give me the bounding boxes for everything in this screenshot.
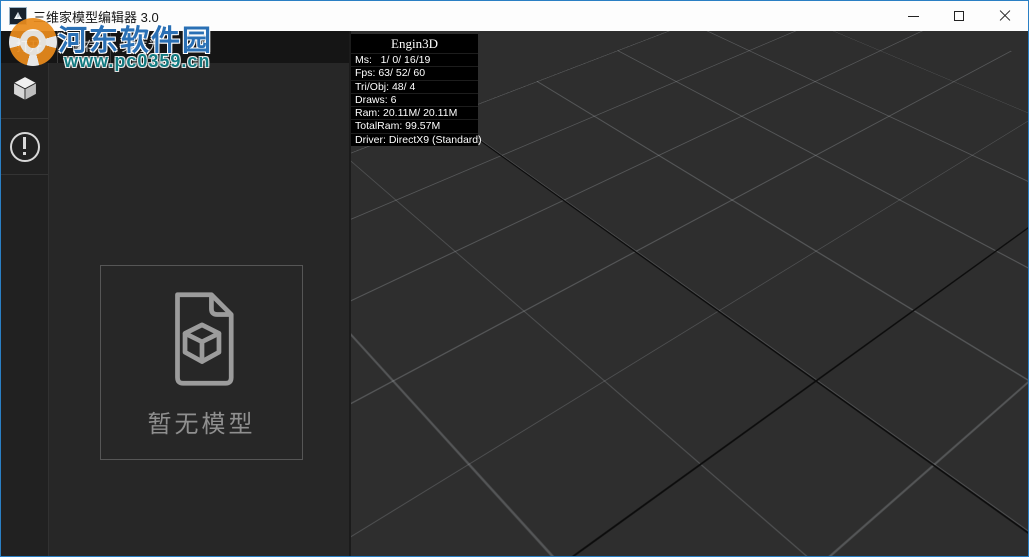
- app-icon: [9, 7, 27, 25]
- empty-model-placeholder: 暂无模型: [100, 265, 303, 460]
- left-column: 打开 保存 另存为 暂无模型: [1, 31, 349, 556]
- engine-stats-title: Engin3D: [391, 36, 438, 51]
- window-controls: [890, 1, 1028, 31]
- main-area: 打开 保存 另存为 暂无模型 Engin3D Ms: 1/ 0/ 16/19 F…: [1, 31, 1028, 556]
- app-window: 三维家模型编辑器 3.0 打开 保存 另存为 暂无模型 Engin3D Ms: …: [0, 0, 1029, 557]
- sidebar-item-info[interactable]: [1, 119, 48, 175]
- stats-row-totalram: TotalRam: 99.57M: [351, 119, 478, 132]
- left-body: 暂无模型: [1, 63, 349, 556]
- stats-row-driver: Driver: DirectX9 (Standard): [351, 132, 482, 146]
- sidebar: [1, 63, 49, 556]
- grid-axis-x: [445, 115, 1028, 556]
- empty-model-label: 暂无模型: [147, 411, 256, 438]
- save-button[interactable]: 保存: [58, 31, 111, 63]
- stats-row-ms: Ms: 1/ 0/ 16/19: [351, 53, 478, 66]
- model-panel: 暂无模型: [49, 63, 349, 556]
- sidebar-item-model[interactable]: [1, 63, 48, 119]
- window-title: 三维家模型编辑器 3.0: [33, 9, 159, 25]
- grid-axis-z: [351, 115, 1028, 556]
- stats-row-fps: Fps: 63/ 52/ 60: [351, 66, 478, 79]
- maximize-icon: [954, 11, 964, 21]
- engine-stats-panel: Engin3D Ms: 1/ 0/ 16/19 Fps: 63/ 52/ 60 …: [351, 34, 482, 147]
- stats-row-draws: Draws: 6: [351, 92, 478, 106]
- close-icon: [999, 10, 1011, 22]
- stats-row-ram: Ram: 20.11M/ 20.11M: [351, 106, 478, 119]
- model-file-icon: [174, 292, 234, 386]
- maximize-button[interactable]: [936, 1, 982, 31]
- toolbar: 打开 保存 另存为: [1, 31, 349, 63]
- close-button[interactable]: [982, 1, 1028, 31]
- titlebar[interactable]: 三维家模型编辑器 3.0: [1, 1, 1028, 31]
- cube-icon: [11, 74, 39, 107]
- save-as-button[interactable]: 另存为: [111, 31, 172, 63]
- open-button[interactable]: 打开: [1, 31, 58, 63]
- minimize-icon: [907, 15, 919, 17]
- stats-row-triobj: Tri/Obj: 48/ 4: [351, 79, 478, 93]
- viewport-3d[interactable]: Engin3D Ms: 1/ 0/ 16/19 Fps: 63/ 52/ 60 …: [349, 31, 1028, 556]
- alert-circle-icon: [9, 131, 40, 162]
- minimize-button[interactable]: [890, 1, 936, 31]
